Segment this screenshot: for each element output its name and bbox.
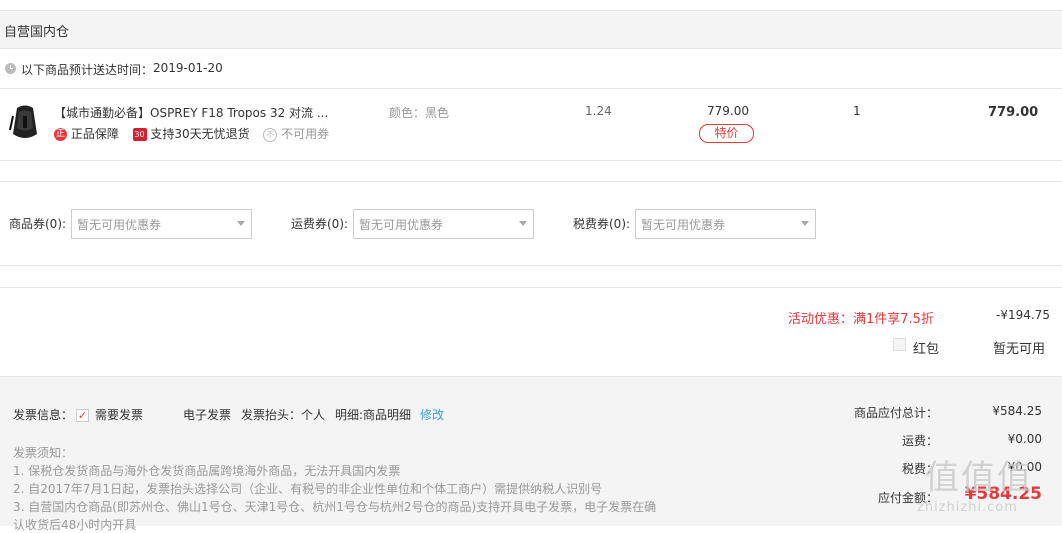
- promotion-label: 活动优惠：满1件享7.5折: [788, 312, 934, 327]
- tax-coupon-label: 税费券(0):: [573, 217, 631, 231]
- product-price: 779.00: [707, 104, 749, 118]
- special-price-tag: 特价: [699, 124, 754, 143]
- product-quantity: 1: [853, 104, 861, 118]
- divider: [0, 88, 1062, 89]
- invoice-notice-3: 3. 自营国内仓商品(即苏州仓、佛山1号仓、天津1号仓、杭州1号仓与杭州2号仓的…: [13, 500, 657, 514]
- shipping-fee-label: 运费：: [901, 434, 938, 448]
- invoice-notice-1: 1. 保税仓发货商品与海外仓发货商品属跨境海外商品，无法开具国内发票: [13, 464, 401, 478]
- watermark-text: 值值值: [925, 458, 1033, 498]
- chevron-down-icon: [519, 221, 527, 226]
- divider: [0, 265, 1062, 266]
- warehouse-header: 自营国内仓: [0, 10, 1062, 49]
- redpacket-status: 暂无可用: [993, 342, 1046, 357]
- invoice-title: 发票抬头：个人: [241, 408, 326, 422]
- delivery-date: 2019-01-20: [153, 61, 223, 75]
- chevron-down-icon: [237, 221, 245, 226]
- product-weight: 1.24: [585, 104, 612, 118]
- items-total-value: ¥584.25: [992, 404, 1042, 418]
- product-name[interactable]: 【城市通勤必备】OSPREY F18 Tropos 32 对流 ...: [54, 104, 329, 121]
- return-30-icon: 30: [132, 128, 147, 141]
- tax-coupon-select[interactable]: 暂无可用优惠券: [635, 209, 816, 239]
- tax-coupon-placeholder: 暂无可用优惠券: [641, 218, 726, 232]
- product-badges: 正 正品保障 30 支持30天无忧退货 不 不可用券: [54, 125, 329, 142]
- watermark-logo: 值值值 zhizhizhi.com: [915, 450, 1055, 525]
- watermark-url: zhizhizhi.com: [917, 500, 1018, 515]
- delivery-label: 以下商品预计送达时间：: [21, 63, 154, 77]
- shipping-fee-value: ¥0.00: [1007, 432, 1042, 446]
- need-invoice-label: 需要发票: [95, 408, 144, 422]
- invoice-notice-2: 2. 自2017年7月1日起，发票抬头选择公司（企业、有税号的非企业性单位和个体…: [13, 482, 603, 496]
- genuine-icon: 正: [54, 128, 67, 141]
- invoice-label: 发票信息：: [13, 408, 74, 422]
- invoice-detail: 明细:商品明细: [335, 408, 412, 422]
- product-color: 颜色：黑色: [389, 106, 450, 120]
- product-image[interactable]: [8, 104, 42, 140]
- divider: [0, 160, 1062, 161]
- shipping-coupon-placeholder: 暂无可用优惠券: [359, 218, 444, 232]
- product-coupon-label: 商品券(0):: [9, 217, 67, 231]
- divider: [0, 287, 1062, 288]
- items-total-label: 商品应付总计：: [853, 406, 938, 420]
- chevron-down-icon: [801, 221, 809, 226]
- return-label: 支持30天无忧退货: [150, 127, 250, 141]
- product-coupon-placeholder: 暂无可用优惠券: [77, 218, 162, 232]
- divider: [0, 181, 1062, 182]
- no-coupon-label: 不可用券: [281, 127, 330, 141]
- invoice-notice-title: 发票须知：: [13, 446, 74, 460]
- clock-icon: [5, 63, 16, 74]
- product-coupon-select[interactable]: 暂无可用优惠券: [71, 209, 252, 239]
- redpacket-label: 红包: [913, 342, 940, 357]
- warehouse-title: 自营国内仓: [4, 25, 70, 40]
- invoice-edit-link[interactable]: 修改: [420, 406, 444, 423]
- genuine-label: 正品保障: [70, 127, 119, 141]
- promotion-amount: -¥194.75: [996, 308, 1050, 322]
- no-coupon-icon: 不: [263, 127, 278, 142]
- product-subtotal: 779.00: [988, 105, 1039, 120]
- invoice-type: 电子发票: [183, 408, 232, 422]
- shipping-coupon-select[interactable]: 暂无可用优惠券: [353, 209, 534, 239]
- shipping-coupon-label: 运费券(0):: [291, 217, 349, 231]
- need-invoice-checkbox[interactable]: ✓: [76, 409, 89, 422]
- redpacket-checkbox[interactable]: [893, 338, 906, 351]
